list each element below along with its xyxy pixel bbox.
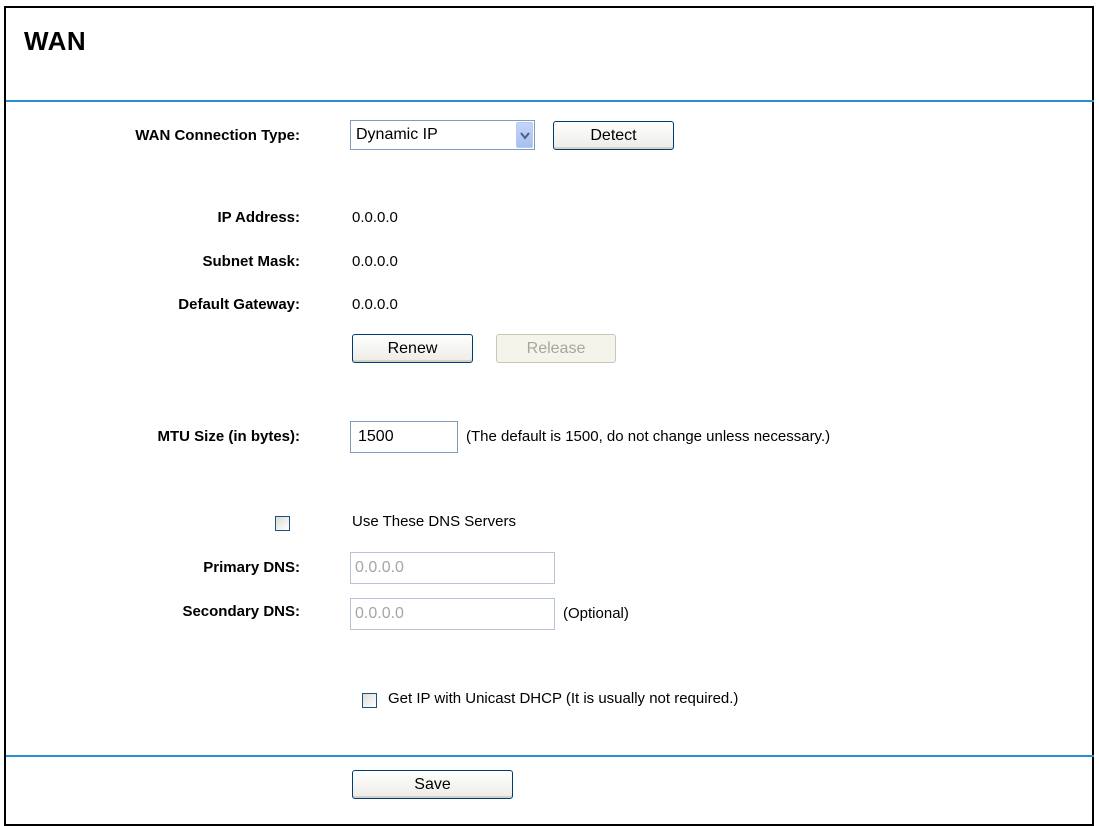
default-gateway-label: Default Gateway:	[178, 296, 300, 313]
chevron-down-icon[interactable]	[516, 122, 533, 148]
use-dns-label: Use These DNS Servers	[352, 513, 516, 530]
use-dns-checkbox[interactable]	[275, 516, 290, 531]
subnet-mask-value: 0.0.0.0	[352, 253, 398, 270]
secondary-dns-input[interactable]: 0.0.0.0	[350, 598, 555, 630]
detect-button[interactable]: Detect	[553, 121, 674, 150]
unicast-dhcp-label: Get IP with Unicast DHCP (It is usually …	[388, 690, 739, 707]
release-button[interactable]: Release	[496, 334, 616, 363]
wan-type-selected: Dynamic IP	[356, 126, 438, 143]
primary-dns-label: Primary DNS:	[203, 559, 300, 576]
unicast-dhcp-checkbox[interactable]	[362, 693, 377, 708]
top-divider	[6, 100, 1094, 102]
save-button[interactable]: Save	[352, 770, 513, 799]
subnet-mask-label: Subnet Mask:	[202, 253, 300, 270]
primary-dns-input[interactable]: 0.0.0.0	[350, 552, 555, 584]
page-title: WAN	[24, 26, 87, 56]
wan-type-label: WAN Connection Type:	[135, 127, 300, 144]
ip-address-value: 0.0.0.0	[352, 209, 398, 226]
default-gateway-value: 0.0.0.0	[352, 296, 398, 313]
bottom-divider	[6, 755, 1094, 757]
ip-address-label: IP Address:	[217, 209, 300, 226]
wan-type-select[interactable]: Dynamic IP	[350, 120, 535, 150]
secondary-dns-hint: (Optional)	[563, 605, 629, 622]
secondary-dns-label: Secondary DNS:	[182, 603, 300, 620]
renew-button[interactable]: Renew	[352, 334, 473, 363]
mtu-label: MTU Size (in bytes):	[157, 428, 300, 445]
mtu-hint: (The default is 1500, do not change unle…	[466, 428, 831, 445]
mtu-input[interactable]: 1500	[350, 421, 458, 453]
